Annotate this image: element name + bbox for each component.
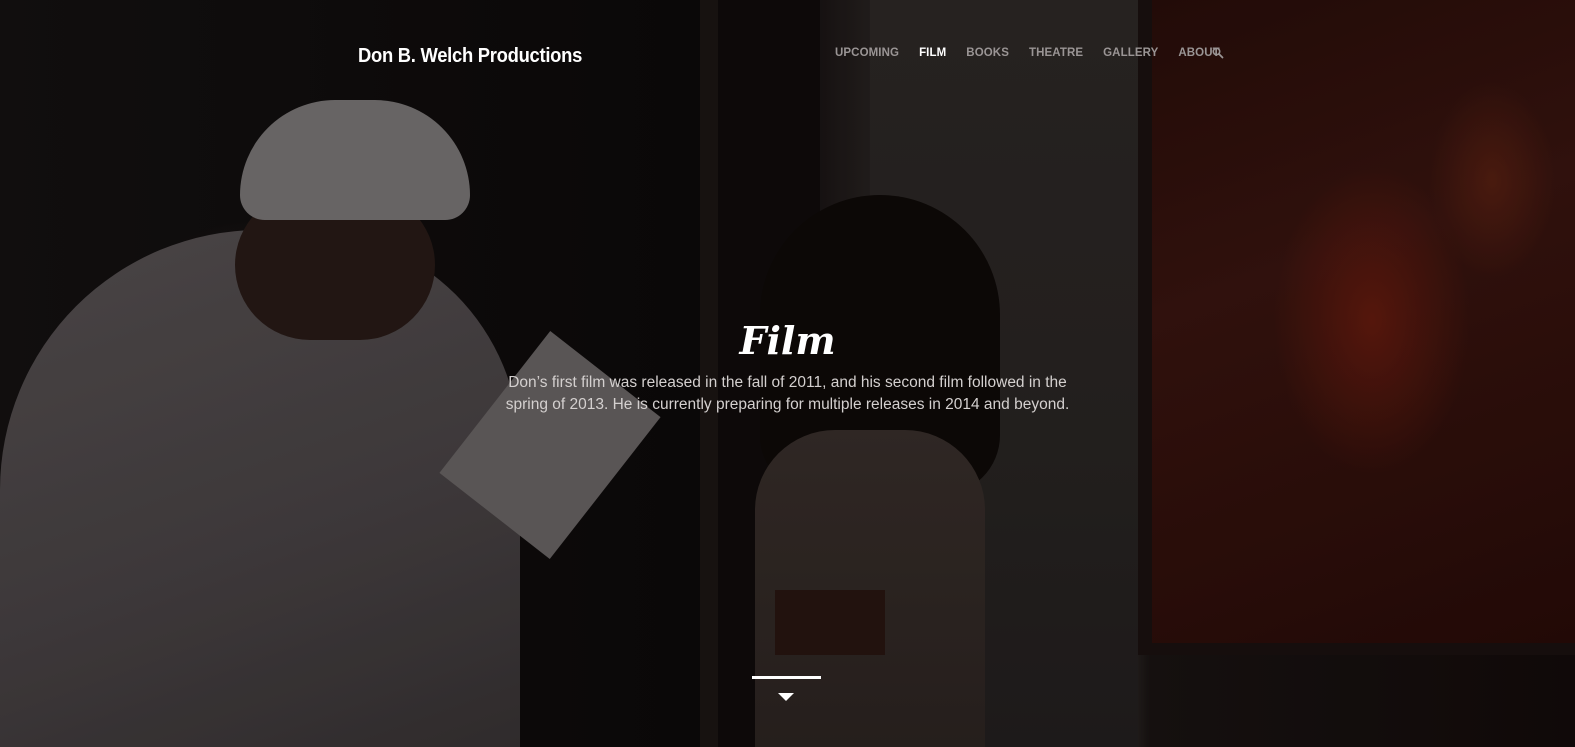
nav-item-books[interactable]: BOOKS <box>966 47 1009 59</box>
nav-item-upcoming[interactable]: UPCOMING <box>835 47 899 59</box>
main-nav: UPCOMING FILM BOOKS THEATRE GALLERY ABOU… <box>835 47 1240 59</box>
chevron-down-icon[interactable] <box>778 693 794 701</box>
page-title: Film <box>739 318 836 363</box>
nav-item-gallery[interactable]: GALLERY <box>1103 47 1158 59</box>
nav-item-film[interactable]: FILM <box>919 47 946 59</box>
page-description: Don’s first film was released in the fal… <box>505 374 1070 413</box>
hero-section: Don B. Welch Productions UPCOMING FILM B… <box>0 0 1575 747</box>
scroll-divider <box>752 676 821 679</box>
nav-item-theatre[interactable]: THEATRE <box>1029 47 1083 59</box>
site-title[interactable]: Don B. Welch Productions <box>358 45 582 68</box>
search-icon[interactable] <box>1212 47 1224 59</box>
